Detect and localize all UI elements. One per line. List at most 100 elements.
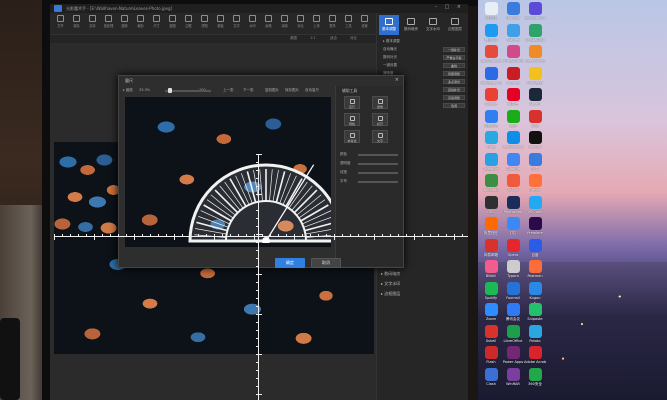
desktop-icon[interactable]: 腾讯会议 bbox=[502, 303, 524, 321]
desktop-icon[interactable]: Firefox bbox=[524, 174, 546, 192]
cancel-button[interactable]: 取消 bbox=[311, 258, 341, 268]
side-tool-button[interactable]: 量角 bbox=[372, 96, 388, 109]
toolbar-item[interactable]: 打开 bbox=[54, 15, 67, 28]
desktop-icon[interactable]: WinRAR bbox=[502, 367, 524, 386]
toolbar-item[interactable]: 抠图 bbox=[166, 15, 179, 28]
desktop-icon[interactable]: Revelation Launcher bbox=[524, 2, 546, 20]
side-option-slider[interactable] bbox=[358, 154, 398, 156]
desktop-icon[interactable]: Virtual Studio bbox=[502, 45, 524, 63]
desktop-icon[interactable]: 网易云 bbox=[502, 88, 524, 106]
side-option-slider[interactable] bbox=[358, 163, 398, 165]
desktop-icon[interactable]: LibreOffice bbox=[502, 324, 524, 343]
toolbar-item[interactable]: 文字 bbox=[230, 15, 243, 28]
toolbar-item[interactable]: 模板 bbox=[214, 15, 227, 28]
desktop-icon[interactable]: 腾讯QQ bbox=[480, 23, 502, 42]
desktop-icon[interactable]: TeamViewer bbox=[502, 131, 524, 149]
panel-tab[interactable]: 数码暗房 bbox=[401, 15, 421, 35]
toolbar-item[interactable]: 尺寸 bbox=[150, 15, 163, 28]
side-tool-button[interactable]: 网格 bbox=[344, 113, 360, 126]
side-tool-button[interactable]: 直尺 bbox=[344, 96, 360, 109]
desktop-icon[interactable]: 回收站 bbox=[480, 2, 502, 20]
desktop-icon[interactable]: Typora bbox=[502, 260, 524, 278]
desktop-icon[interactable]: 百度网盘 bbox=[480, 109, 502, 128]
toolbar-item[interactable]: 批处理 bbox=[102, 15, 115, 28]
view-mode-item[interactable]: 对比 bbox=[350, 36, 357, 41]
desktop-icon[interactable]: 网易邮箱 bbox=[480, 238, 502, 257]
dialog-bar-item[interactable]: 下一张 bbox=[243, 88, 254, 93]
desktop-icon[interactable]: Kugou bbox=[524, 281, 546, 300]
desktop-icon[interactable]: WPS bbox=[524, 109, 546, 128]
panel-button[interactable]: 严重白平衡 bbox=[443, 55, 465, 60]
toolbar-item[interactable]: 水印 bbox=[246, 15, 259, 28]
dialog-bar-item[interactable]: 上一张 bbox=[223, 88, 234, 93]
desktop-icon[interactable]: PotPlayer bbox=[524, 66, 546, 85]
desktop-icon[interactable]: Thunder bbox=[502, 2, 524, 20]
dialog-bar-item[interactable]: 保存图片 bbox=[285, 88, 299, 93]
desktop-icon[interactable]: Adobe Acrobat DC bbox=[524, 346, 546, 364]
desktop-icon[interactable]: 百度 bbox=[524, 238, 546, 257]
desktop-icon[interactable]: 钉钉 bbox=[502, 217, 524, 235]
zoom-slider[interactable] bbox=[165, 88, 211, 93]
toolbar-item[interactable]: 保存 bbox=[70, 15, 83, 28]
panel-button[interactable]: 曲线 bbox=[443, 63, 465, 68]
desktop-icon[interactable]: EasyCamera bbox=[480, 45, 502, 63]
panel-button[interactable]: 一键补光 bbox=[443, 47, 465, 52]
horizontal-ruler[interactable] bbox=[54, 234, 468, 240]
desktop-icon[interactable]: Spotify bbox=[480, 281, 502, 300]
desktop-icon[interactable]: VS Code bbox=[524, 195, 546, 214]
desktop-icon[interactable]: 阿里旺旺 bbox=[480, 217, 502, 235]
desktop-icon[interactable]: 360安全 bbox=[524, 367, 546, 386]
vertical-ruler[interactable] bbox=[256, 154, 262, 400]
side-tool-button[interactable]: 参考线 bbox=[344, 130, 360, 143]
desktop-icon[interactable]: Clash bbox=[480, 367, 502, 386]
desktop-icon[interactable]: XMind bbox=[502, 174, 524, 192]
panel-section-title[interactable]: ▸ 基本调整 bbox=[383, 39, 400, 44]
panel-tab[interactable]: 文字水印 bbox=[423, 15, 443, 35]
desktop-icon[interactable]: Wallpaper Engine bbox=[480, 66, 502, 85]
toolbar-item[interactable]: 旋转 bbox=[118, 15, 131, 28]
desktop-icon[interactable]: Xshell bbox=[480, 324, 502, 343]
desktop-icon[interactable]: Foxmail bbox=[502, 281, 524, 300]
panel-button[interactable]: 色调 bbox=[443, 103, 465, 108]
panel-button[interactable]: 自动补光 bbox=[443, 87, 465, 92]
panel-footer-item[interactable]: ▸ 数码暗房 bbox=[381, 271, 400, 277]
toolbar-item[interactable]: 工具 bbox=[342, 15, 355, 28]
panel-button[interactable]: 局部调整 bbox=[443, 71, 465, 76]
desktop-icon[interactable]: Postman bbox=[524, 260, 546, 278]
desktop-icon[interactable]: Bilibili bbox=[480, 260, 502, 278]
desktop-icon[interactable]: Steam bbox=[524, 88, 546, 106]
panel-tab[interactable]: 基本调整 bbox=[379, 15, 399, 35]
desktop-icon[interactable]: Google bbox=[480, 88, 502, 106]
view-mode-item[interactable]: 1:1 bbox=[310, 36, 316, 40]
panel-button[interactable]: 高级调整 bbox=[443, 95, 465, 100]
panel-button[interactable]: 多点测光 bbox=[443, 79, 465, 84]
toolbar-item[interactable]: 上传 bbox=[310, 15, 323, 28]
desktop-icon[interactable]: Chrome bbox=[502, 152, 524, 171]
dialog-bar-item[interactable]: 自动量尺 bbox=[305, 88, 319, 93]
toolbar-item[interactable]: 画笔 bbox=[262, 15, 275, 28]
desktop-icon[interactable]: CrystalDisk bbox=[524, 23, 546, 42]
side-option-slider[interactable] bbox=[358, 181, 398, 183]
desktop-icon[interactable]: 微信 bbox=[502, 109, 524, 128]
desktop-icon[interactable]: Pictures bbox=[502, 23, 524, 42]
view-mode-item[interactable]: 适合 bbox=[330, 36, 337, 41]
toolbar-item[interactable]: 设置 bbox=[358, 15, 371, 28]
panel-footer-item[interactable]: ▸ 边框图层 bbox=[381, 291, 400, 297]
desktop-icon[interactable]: Huawei bbox=[502, 66, 524, 85]
desktop-icon[interactable]: OBS bbox=[480, 195, 502, 214]
desktop-icon[interactable]: Power Apps bbox=[502, 346, 524, 364]
desktop-icon[interactable]: Potato bbox=[524, 324, 546, 343]
close-icon[interactable]: × bbox=[395, 77, 399, 83]
toolbar-item[interactable]: 更多 bbox=[326, 15, 339, 28]
toolbar-item[interactable]: 边框 bbox=[182, 15, 195, 28]
toolbar-item[interactable]: 另存 bbox=[86, 15, 99, 28]
window-controls[interactable]: - □ × bbox=[435, 4, 464, 10]
desktop-icon[interactable]: 迅雷 bbox=[524, 152, 546, 171]
panel-tab[interactable]: 边框图层 bbox=[445, 15, 465, 35]
side-tool-button[interactable]: 标尺 bbox=[372, 113, 388, 126]
dialog-bar-item[interactable]: 复制图片 bbox=[265, 88, 279, 93]
desktop-icon[interactable]: Edge bbox=[480, 131, 502, 149]
desktop-icon[interactable]: Everything bbox=[524, 45, 546, 63]
side-tool-button[interactable]: 文字 bbox=[372, 130, 388, 143]
desktop-icon[interactable]: Notepad bbox=[480, 174, 502, 192]
